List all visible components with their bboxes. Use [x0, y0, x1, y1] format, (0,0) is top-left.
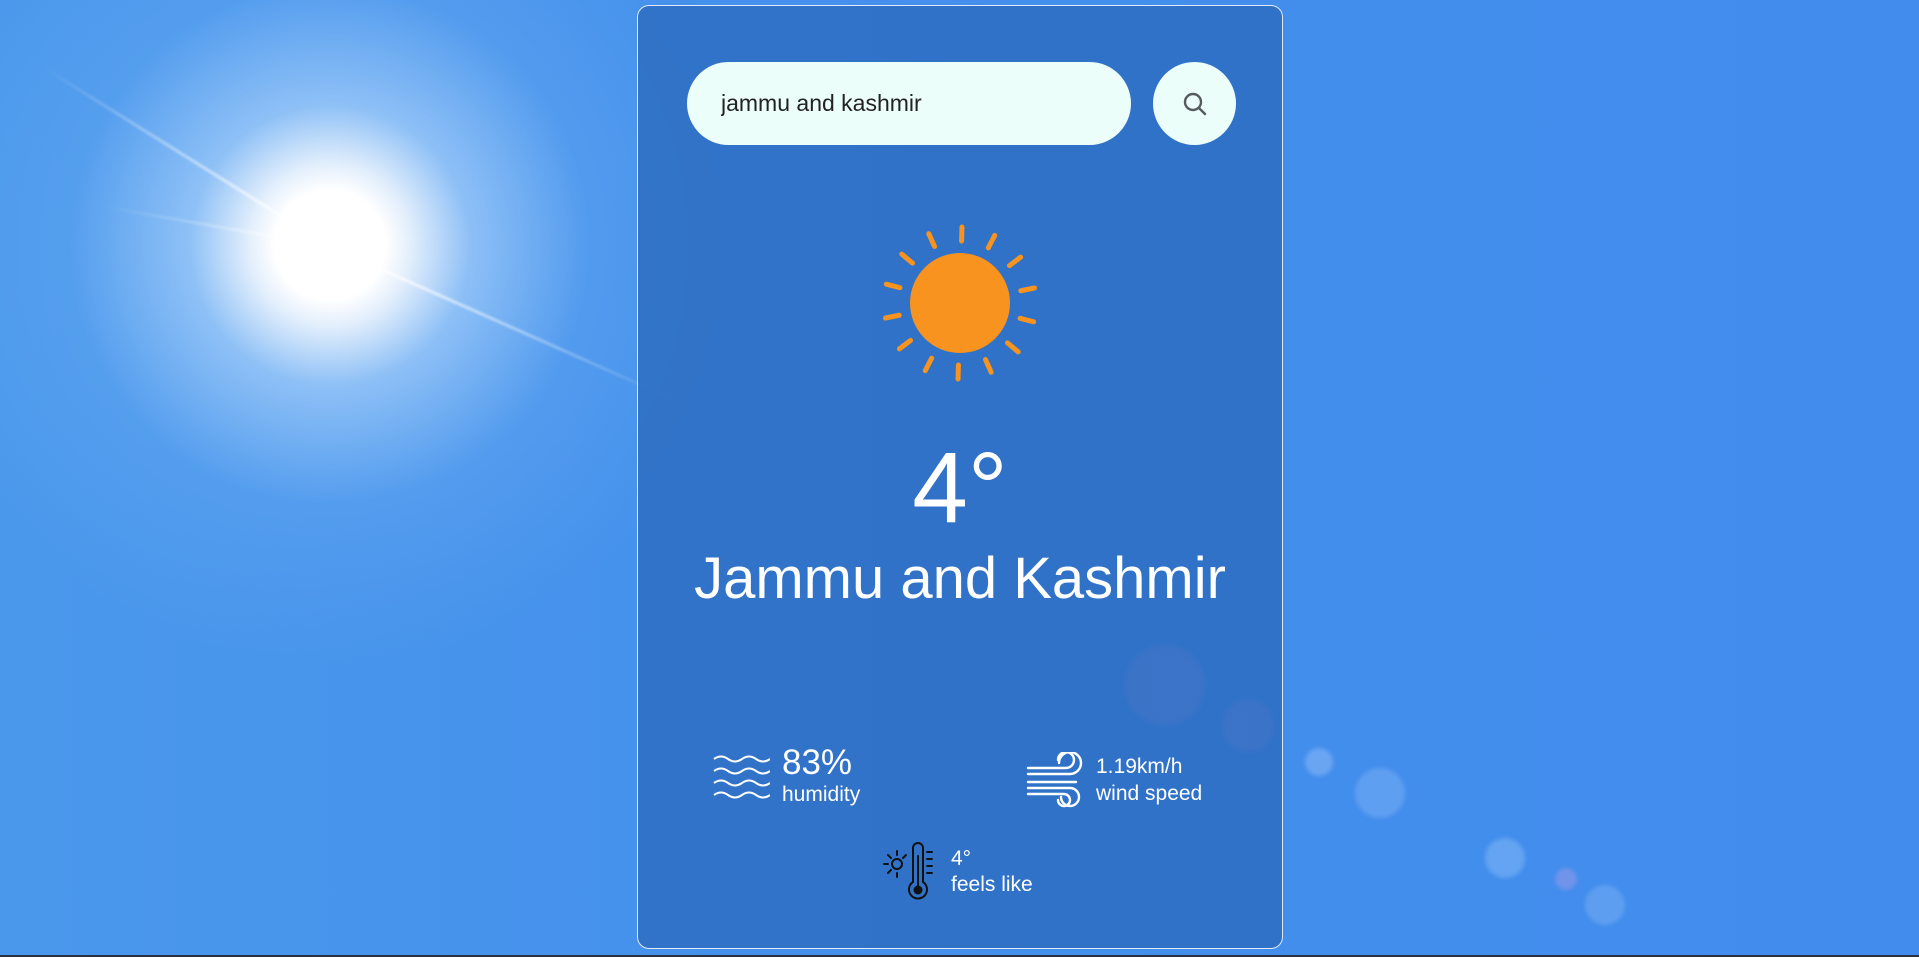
wind-value: 1.19km/h [1096, 755, 1183, 778]
temperature: 4° [912, 432, 1008, 544]
sun-ray [1017, 315, 1037, 325]
lens-flare-spot [1585, 885, 1625, 925]
sun-ray [882, 312, 902, 321]
city-name: Jammu and Kashmir [694, 546, 1226, 611]
sun-ray [982, 357, 994, 375]
wind-detail: 1.19km/h wind speed [1026, 752, 1202, 808]
lens-flare-spot [1555, 868, 1577, 890]
sun-flare-ray [329, 245, 678, 403]
wind-label: wind speed [1096, 782, 1203, 805]
humidity-value: 83% [782, 743, 853, 782]
thermometer-sun-icon [883, 842, 933, 900]
sun-ray [1006, 254, 1024, 269]
weather-card: 4° Jammu and Kashmir 83% humidity [637, 5, 1283, 949]
wind-icon [1026, 752, 1083, 808]
sun-ray [926, 231, 938, 249]
sun-ray [922, 355, 935, 374]
sun-ray [985, 232, 998, 251]
humidity-label: humidity [782, 783, 861, 806]
sun-ray [1004, 340, 1021, 355]
lens-flare-spot [1485, 838, 1525, 878]
sun-ray [1018, 285, 1038, 294]
lens-flare-spot [1305, 748, 1333, 776]
search-input[interactable] [687, 62, 1131, 145]
feels-like-label: feels like [951, 873, 1033, 896]
search-icon [1183, 92, 1206, 115]
search-button[interactable] [1153, 62, 1236, 145]
feels-like-detail: 4° feels like [883, 842, 1033, 902]
humidity-waves-icon [713, 755, 770, 799]
sun-ray [883, 281, 903, 291]
lens-flare-spot [1355, 768, 1405, 818]
sun-ray [899, 251, 916, 266]
feels-like-value: 4° [951, 847, 972, 870]
humidity-detail: 83% humidity [712, 744, 860, 808]
sun-ray [896, 337, 914, 352]
sun-icon [882, 224, 1038, 382]
